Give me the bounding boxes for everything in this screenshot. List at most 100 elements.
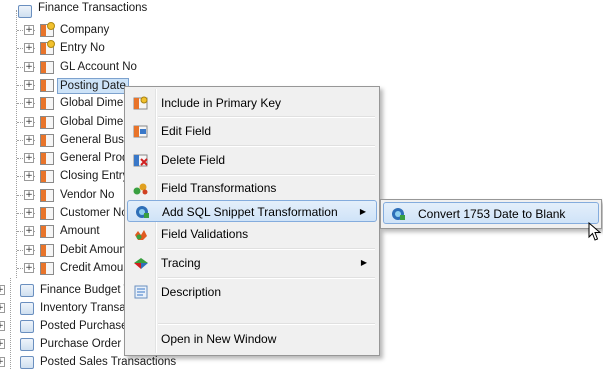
expand-icon[interactable]: + [24, 153, 34, 164]
menu-item-add-sql-snippet-transformation[interactable]: Add SQL Snippet Transformation ▶ [127, 200, 377, 222]
menu-separator [158, 174, 375, 176]
tree-node-label: Company [60, 24, 110, 36]
submenu-item-convert-1753-date-to-blank[interactable]: Convert 1753 Date to Blank [383, 202, 599, 224]
table-icon [20, 302, 34, 315]
expand-icon[interactable]: + [0, 339, 5, 349]
field-icon [40, 170, 54, 184]
submenu-arrow-icon: ▶ [359, 207, 366, 216]
table-icon [20, 338, 34, 351]
expand-icon[interactable]: + [24, 43, 34, 54]
tree-node-label: Global Dimen [60, 115, 130, 128]
field-icon [40, 115, 54, 129]
expand-icon[interactable]: + [24, 79, 34, 90]
expand-icon[interactable]: + [24, 25, 34, 35]
tree-field-node[interactable]: + GL Account No [0, 58, 137, 76]
tree-field-node[interactable]: + General Prod [0, 149, 128, 167]
mouse-cursor-icon [588, 222, 602, 241]
tree-field-node[interactable]: + Vendor No [0, 186, 124, 204]
expand-icon[interactable]: + [0, 303, 5, 313]
expand-icon[interactable]: + [24, 208, 34, 218]
menu-item-label: Description [161, 285, 222, 299]
menu-item-field-transformations[interactable]: Field Transformations [127, 177, 377, 199]
tree-field-node[interactable]: + Customer No [0, 204, 128, 222]
tree-field-node[interactable]: + Company [0, 21, 124, 39]
field-transformations-icon [133, 183, 148, 195]
field-icon [40, 97, 54, 111]
expand-icon[interactable]: + [24, 61, 34, 72]
menu-item-include-in-primary-key[interactable]: Include in Primary Key [127, 92, 377, 114]
tree-node-label: Credit Amoun [60, 261, 130, 274]
primary-key-field-icon [40, 40, 55, 56]
tree-node-label: Posted Purchase [40, 320, 128, 332]
tree-field-node[interactable]: + Amount [0, 222, 124, 240]
field-icon [40, 60, 54, 74]
expand-icon[interactable]: + [24, 262, 34, 273]
context-menu: Include in Primary Key Edit Field Delete… [124, 86, 380, 356]
expand-icon[interactable]: + [0, 321, 5, 331]
field-icon [40, 133, 54, 147]
menu-item-description[interactable]: Description [127, 281, 377, 303]
menu-item-label: Field Validations [161, 227, 249, 241]
tree-field-node[interactable]: + Entry No [0, 39, 124, 57]
tree-field-node[interactable]: + Debit Amount [0, 241, 129, 259]
tree-node-label: Inventory Transa [40, 302, 126, 314]
tree-field-node[interactable]: + Credit Amoun [0, 259, 130, 277]
tree-table-node[interactable]: Finance Transactions [0, 2, 200, 21]
menu-item-field-validations[interactable]: Field Validations [127, 223, 377, 245]
expand-icon[interactable]: + [24, 116, 34, 127]
field-icon [40, 261, 54, 275]
field-icon [40, 78, 54, 92]
menu-item-label: Delete Field [161, 153, 226, 167]
expand-icon[interactable]: + [24, 244, 34, 255]
menu-separator [158, 248, 375, 250]
tree-node-label: Debit Amount [60, 243, 130, 256]
submenu: Convert 1753 Date to Blank [380, 199, 602, 229]
tree-field-node[interactable]: + Closing Entry [0, 167, 128, 185]
tree-node-label: Global Dimen [60, 97, 130, 110]
menu-separator [158, 277, 375, 279]
tree-field-node[interactable]: + General Busin [0, 131, 133, 149]
table-icon [20, 284, 34, 297]
expand-icon[interactable]: + [0, 357, 5, 367]
tree-node-label: Entry No [60, 42, 105, 55]
field-icon [40, 188, 54, 202]
expand-icon[interactable]: + [24, 171, 34, 182]
field-icon [40, 152, 54, 166]
delete-field-icon [133, 154, 148, 167]
menu-separator [158, 145, 375, 147]
tree-node-label: Customer No [60, 207, 128, 219]
menu-separator [158, 116, 375, 118]
sql-snippet-icon [136, 206, 149, 218]
expand-icon[interactable]: + [24, 189, 34, 200]
menu-item-label: Open in New Window [161, 332, 277, 346]
table-icon [20, 320, 34, 333]
expand-icon[interactable]: + [24, 226, 34, 237]
menu-item-label: Convert 1753 Date to Blank [418, 207, 566, 221]
tree-node-label: GL Account No [60, 60, 137, 73]
description-icon [134, 285, 148, 299]
expand-icon[interactable]: + [24, 98, 34, 109]
tree-view[interactable]: Finance Transactions + Company + Entry No + G… [0, 0, 603, 369]
tree-field-node[interactable]: + Global Dimen [0, 94, 130, 112]
tree-field-node[interactable]: + Global Dimen [0, 113, 130, 131]
tree-node-label: General Busin [60, 133, 133, 146]
menu-item-edit-field[interactable]: Edit Field [127, 120, 377, 142]
menu-item-tracing[interactable]: Tracing ▶ [127, 252, 377, 274]
menu-separator [158, 323, 375, 325]
menu-item-open-in-new-window[interactable]: Open in New Window [127, 328, 377, 350]
tree-node-label: Posting Date [57, 77, 129, 94]
primary-key-field-icon [40, 22, 55, 37]
field-validations-icon [135, 230, 147, 240]
tree-node-label: General Prod [60, 152, 129, 165]
expand-icon[interactable]: + [0, 285, 5, 295]
menu-item-label: Include in Primary Key [161, 96, 282, 110]
edit-field-icon [133, 125, 148, 138]
tree-node-label: Closing Entry [60, 170, 129, 183]
tree-field-node[interactable]: + Posting Date [0, 76, 129, 94]
tree-node-label: Finance Transactions [38, 2, 148, 14]
tree-node-label: Vendor No [60, 188, 115, 201]
expand-icon[interactable]: + [24, 134, 34, 145]
submenu-arrow-icon: ▶ [360, 258, 367, 267]
menu-item-delete-field[interactable]: Delete Field [127, 149, 377, 171]
menu-item-label: Add SQL Snippet Transformation [162, 205, 338, 219]
